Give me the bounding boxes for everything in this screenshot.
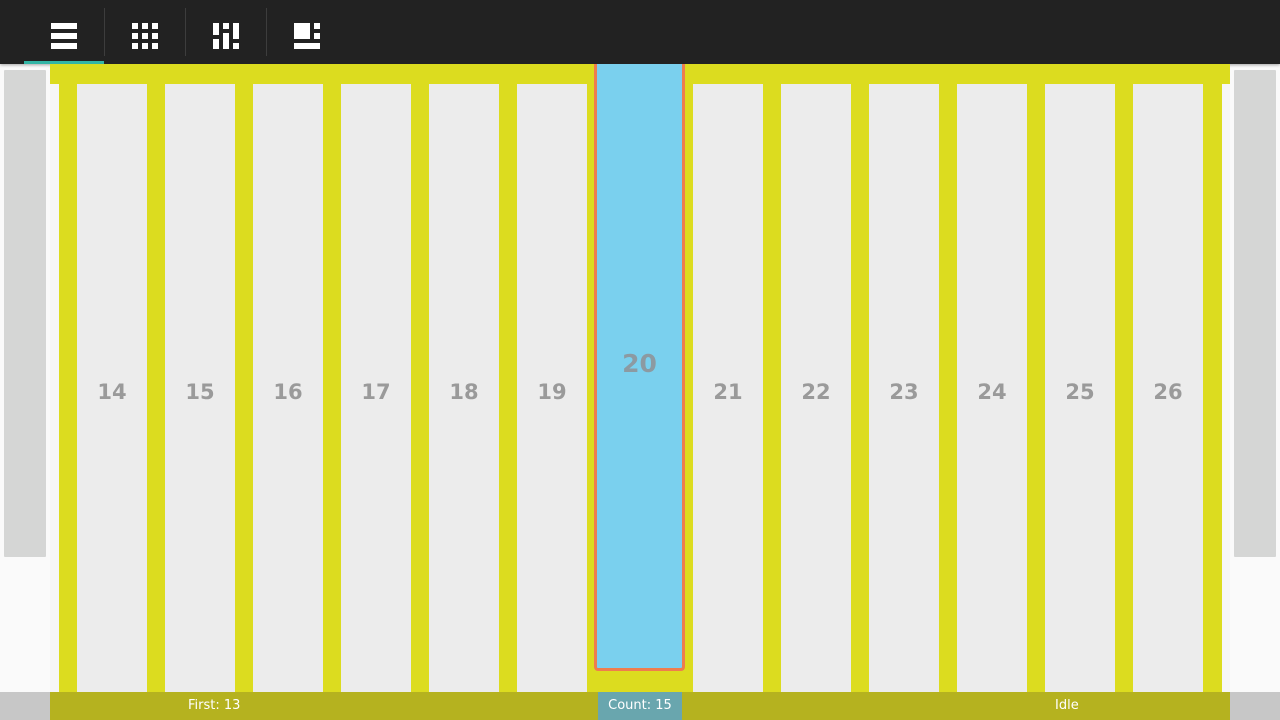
staggered-grid-icon xyxy=(213,23,239,49)
list-item[interactable]: 24 xyxy=(957,84,1027,700)
scroll-state-label: Idle xyxy=(1055,698,1079,713)
item-number: 20 xyxy=(622,348,657,378)
item-number: 14 xyxy=(97,380,127,404)
selected-list-item[interactable]: 20 xyxy=(594,64,685,671)
count-badge: Count: 15 xyxy=(598,692,682,720)
item-number: 21 xyxy=(713,380,743,404)
grid-view-icon xyxy=(132,23,158,49)
item-number: 15 xyxy=(185,380,215,404)
item-number: 16 xyxy=(273,380,303,404)
item-number: 22 xyxy=(801,380,831,404)
grid-layout-button[interactable] xyxy=(105,8,185,64)
item-number: 17 xyxy=(361,380,391,404)
item-number: 24 xyxy=(977,380,1007,404)
item-number: 18 xyxy=(449,380,479,404)
list-item[interactable]: 14 xyxy=(77,84,147,700)
list-item[interactable]: 16 xyxy=(253,84,323,700)
list-item[interactable]: 21 xyxy=(693,84,763,700)
staggered-grid-layout-button[interactable] xyxy=(186,8,266,64)
spannable-grid-icon xyxy=(294,23,320,49)
first-position-label: First: 13 xyxy=(188,698,241,713)
list-item-partial xyxy=(50,84,59,720)
item-number: 25 xyxy=(1065,380,1095,404)
list-item[interactable]: 17 xyxy=(341,84,411,700)
list-item[interactable]: 19 xyxy=(517,84,587,700)
item-list[interactable]: 14 15 16 17 18 19 20 21 22 23 24 25 26 xyxy=(50,64,1230,720)
item-number: 19 xyxy=(537,380,567,404)
item-count-label: Count: 15 xyxy=(608,698,672,713)
item-number: 26 xyxy=(1153,380,1183,404)
list-layout-button[interactable] xyxy=(24,8,104,64)
spannable-grid-layout-button[interactable] xyxy=(267,8,347,64)
status-bar: First: 13 Count: 15 Idle xyxy=(50,692,1230,720)
list-item[interactable]: 15 xyxy=(165,84,235,700)
list-item[interactable]: 25 xyxy=(1045,84,1115,700)
item-number: 23 xyxy=(889,380,919,404)
previous-page-card[interactable] xyxy=(4,70,46,557)
list-view-icon xyxy=(51,23,77,49)
list-item[interactable]: 23 xyxy=(869,84,939,700)
toolbar xyxy=(0,0,1280,64)
list-item-partial xyxy=(1222,84,1230,720)
list-item[interactable]: 18 xyxy=(429,84,499,700)
list-item[interactable]: 26 xyxy=(1133,84,1203,700)
next-page-card[interactable] xyxy=(1234,70,1276,557)
list-item[interactable]: 22 xyxy=(781,84,851,700)
